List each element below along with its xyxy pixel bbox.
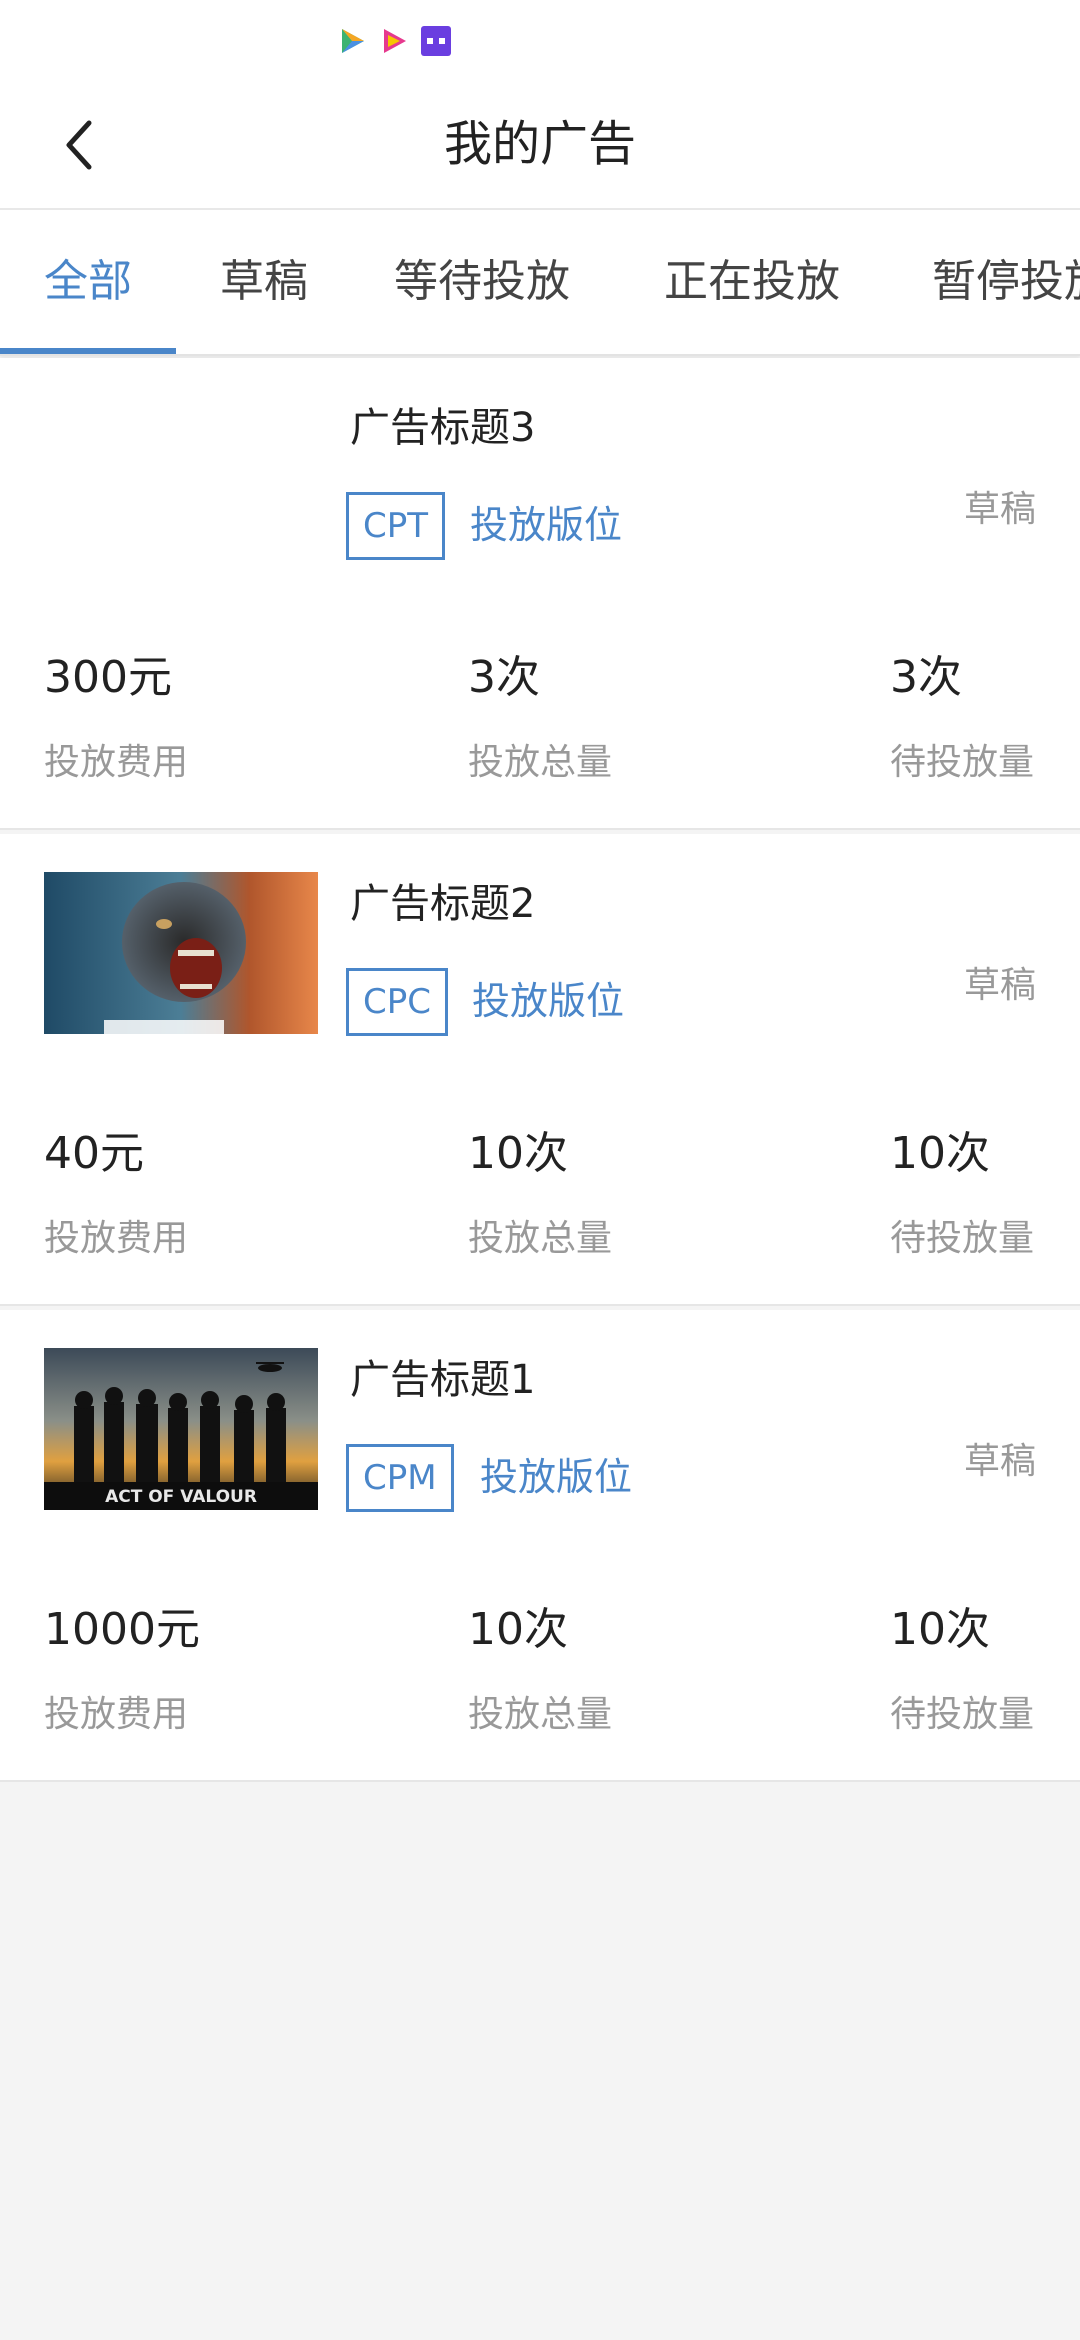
status-icons (336, 25, 452, 57)
tab-pending[interactable]: 等待投放 (394, 210, 570, 354)
total-volume-value: 10次 (468, 1604, 568, 1655)
tab-all[interactable]: 全部 (44, 210, 132, 354)
ad-title: 广告标题1 (350, 1357, 536, 1403)
billing-type-badge: CPT (346, 492, 446, 560)
total-volume-label: 投放总量 (468, 1694, 613, 1735)
cost-value: 40元 (44, 1128, 144, 1179)
pending-volume-label: 待投放量 (890, 742, 1035, 783)
total-volume-label: 投放总量 (468, 742, 613, 783)
my-ads-page: 我的广告 全部 草稿 等待投放 正在投放 暂停投放 广告标题3 CPT 投放版位… (0, 0, 1080, 2340)
status-tabs: 全部 草稿 等待投放 正在投放 暂停投放 (0, 210, 1080, 356)
tab-paused[interactable]: 暂停投放 (932, 210, 1080, 354)
pending-volume-label: 待投放量 (890, 1694, 1035, 1735)
billing-type-badge: CPM (346, 1444, 454, 1512)
tab-active-indicator (0, 348, 176, 354)
ad-card[interactable]: 广告标题2 CPC 投放版位 草稿 40元 10次 10次 投放费用 投放总量 … (0, 834, 1080, 1306)
app-header: 我的广告 (0, 80, 1080, 210)
pending-volume-label: 待投放量 (890, 1218, 1035, 1259)
tab-draft[interactable]: 草稿 (220, 210, 308, 354)
ad-image-caption: ACT OF VALOUR (105, 1487, 257, 1507)
app-icon-3 (421, 26, 451, 56)
ad-image (44, 872, 318, 1034)
status-bar (0, 0, 1080, 80)
ad-card[interactable]: 广告标题3 CPT 投放版位 草稿 300元 3次 3次 投放费用 投放总量 待… (0, 358, 1080, 830)
total-volume-value: 3次 (468, 652, 540, 703)
ad-thumbnail: ACT OF VALOUR (44, 1348, 318, 1510)
ad-thumbnail (44, 872, 318, 1034)
ad-status: 草稿 (963, 1441, 1036, 1482)
page-title: 我的广告 (443, 116, 636, 172)
cost-value: 1000元 (44, 1604, 200, 1655)
total-volume-label: 投放总量 (468, 1218, 613, 1259)
ad-status: 草稿 (963, 965, 1036, 1006)
total-volume-value: 10次 (468, 1128, 568, 1179)
ad-title: 广告标题2 (350, 881, 536, 927)
cost-value: 300元 (44, 652, 172, 703)
app-icon-1 (342, 29, 364, 53)
cost-label: 投放费用 (44, 742, 189, 783)
pending-volume-value: 10次 (890, 1604, 990, 1655)
ad-title: 广告标题3 (350, 405, 536, 451)
ad-slot-link[interactable]: 投放版位 (470, 492, 622, 558)
pending-volume-value: 10次 (890, 1128, 990, 1179)
ad-slot-link[interactable]: 投放版位 (480, 1444, 632, 1510)
ad-image: ACT OF VALOUR (44, 1348, 318, 1510)
cost-label: 投放费用 (44, 1694, 189, 1735)
billing-type-badge: CPC (346, 968, 448, 1036)
app-icon-2 (384, 29, 406, 53)
tab-running[interactable]: 正在投放 (664, 210, 840, 354)
cost-label: 投放费用 (44, 1218, 189, 1259)
pending-volume-value: 3次 (890, 652, 962, 703)
ad-slot-link[interactable]: 投放版位 (472, 968, 624, 1034)
ad-card[interactable]: ACT OF VALOUR 广告标题1 CPM 投放版位 草稿 1000元 10… (0, 1310, 1080, 1782)
ad-status: 草稿 (963, 489, 1036, 530)
